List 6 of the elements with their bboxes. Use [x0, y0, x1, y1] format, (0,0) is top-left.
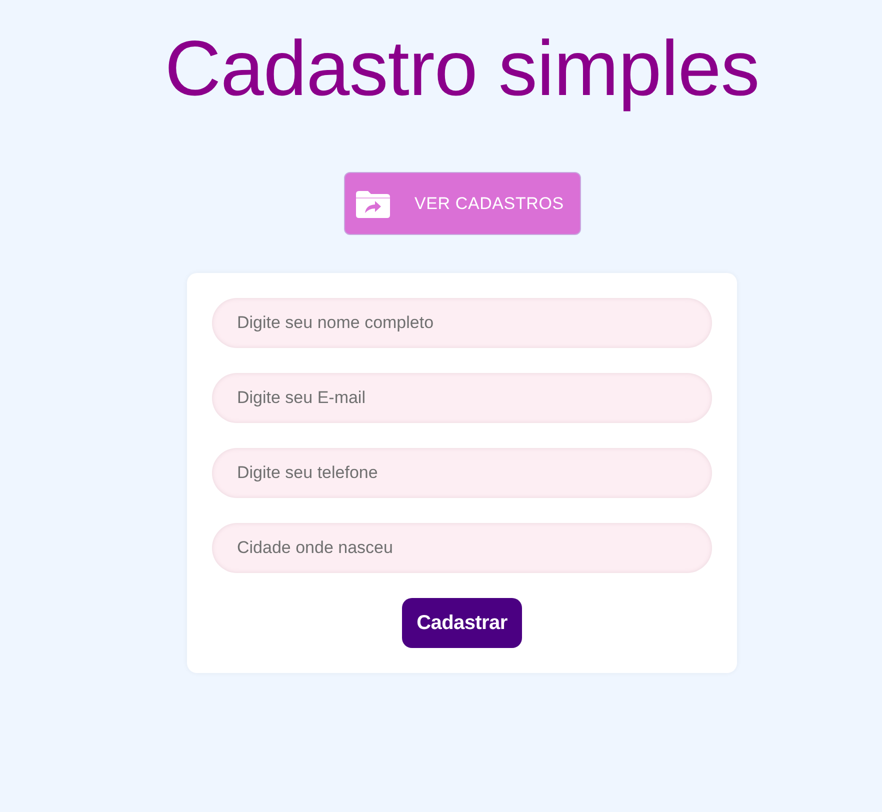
- text-input-field[interactable]: Digite seu telefone: [212, 448, 712, 498]
- text-input-field[interactable]: Digite seu E-mail: [212, 373, 712, 423]
- text-input-field[interactable]: Digite seu nome completo: [212, 298, 712, 348]
- text-input-field[interactable]: Cidade onde nasceu: [212, 523, 712, 573]
- page-title: Cadastro simples: [164, 23, 760, 114]
- submit-button[interactable]: Cadastrar: [402, 598, 522, 648]
